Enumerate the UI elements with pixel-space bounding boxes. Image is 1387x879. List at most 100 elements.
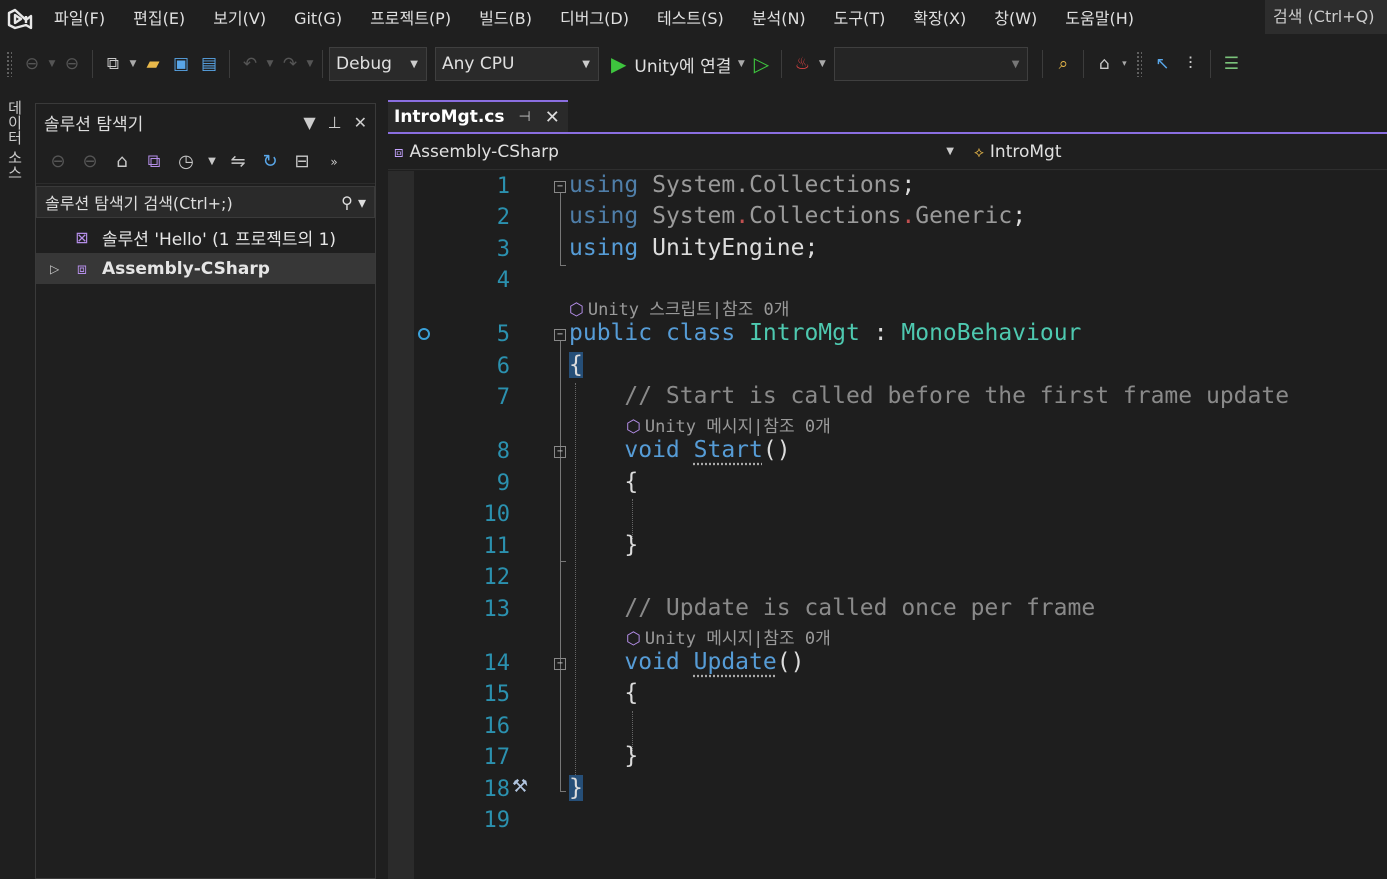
forward-icon[interactable]: ⊖ bbox=[78, 151, 102, 172]
toolbar-grip[interactable] bbox=[1136, 51, 1143, 77]
back-icon[interactable]: ⊖ bbox=[46, 151, 70, 172]
save-all-icon[interactable]: ▤ bbox=[195, 49, 223, 79]
collapse-region-icon[interactable]: − bbox=[554, 181, 566, 193]
toolbar-overflow-icon[interactable]: » bbox=[322, 155, 346, 169]
browser-link-icon[interactable]: ⌂ bbox=[1090, 49, 1118, 79]
sync-with-document-icon[interactable]: ⇋ bbox=[226, 151, 250, 172]
solution-configuration-select[interactable]: Debug ▼ bbox=[329, 47, 427, 81]
new-project-icon[interactable]: ⧉ bbox=[99, 49, 127, 79]
global-search-box[interactable]: 검색 (Ctrl+Q) bbox=[1265, 0, 1387, 34]
codelens-update[interactable]: ⬡ Unity 메시지|참조 0개 bbox=[626, 624, 831, 649]
class-icon: ⟡ bbox=[974, 142, 984, 161]
menu-extensions[interactable]: 확장(X) bbox=[899, 0, 980, 38]
hot-reload-dropdown-icon[interactable]: ▼ bbox=[816, 59, 828, 69]
start-debugging-button[interactable]: ▶ Unity에 연결 bbox=[607, 52, 735, 77]
new-project-dropdown-icon[interactable]: ▼ bbox=[127, 59, 139, 69]
indent-icon[interactable]: ☰ bbox=[1217, 49, 1245, 79]
search-icon[interactable]: ⚲ ▾ bbox=[341, 193, 366, 212]
debug-target-select[interactable]: ▼ bbox=[834, 47, 1029, 81]
tab-intromgt-cs[interactable]: IntroMgt.cs ⊣ ✕ bbox=[388, 100, 568, 132]
align-icon[interactable]: ⫶ bbox=[1176, 49, 1204, 79]
menu-tools[interactable]: 도구(T) bbox=[820, 0, 900, 38]
line-number: 15 bbox=[483, 682, 511, 707]
line-number: 18 bbox=[483, 777, 511, 802]
solution-explorer-search-input[interactable]: 솔루션 탐색기 검색(Ctrl+;) ⚲ ▾ bbox=[36, 186, 375, 218]
redo-icon[interactable]: ↷ bbox=[276, 49, 304, 79]
search-placeholder: 솔루션 탐색기 검색(Ctrl+;) bbox=[45, 194, 233, 213]
type-nav-dropdown[interactable]: ⟡ IntroMgt bbox=[968, 137, 1378, 167]
toolbar-separator bbox=[781, 50, 783, 78]
project-label: Assembly-CSharp bbox=[102, 258, 270, 279]
collapse-all-icon[interactable]: ⊟ bbox=[290, 151, 314, 172]
unity-cube-icon: ⬡ bbox=[626, 417, 641, 437]
code-line-17: } bbox=[569, 743, 639, 769]
toolbar-separator bbox=[1210, 50, 1212, 78]
menu-analyze[interactable]: 분석(N) bbox=[738, 0, 820, 38]
menu-git[interactable]: Git(G) bbox=[280, 0, 356, 38]
close-tab-icon[interactable]: ✕ bbox=[545, 107, 560, 128]
window-position-dropdown-icon[interactable]: ▼ bbox=[303, 113, 315, 132]
collapse-region-icon[interactable]: − bbox=[554, 658, 566, 670]
collapse-region-icon[interactable]: − bbox=[554, 329, 566, 341]
line-number: 13 bbox=[483, 597, 511, 622]
undo-dropdown-icon[interactable]: ▼ bbox=[264, 59, 276, 69]
expand-arrow-icon[interactable]: ▷ bbox=[50, 262, 70, 276]
open-folder-icon[interactable]: ▰ bbox=[139, 49, 167, 79]
tab-label: IntroMgt.cs bbox=[394, 107, 505, 127]
menu-debug[interactable]: 디버그(D) bbox=[546, 0, 643, 38]
nav-project-label: Assembly-CSharp bbox=[409, 141, 559, 162]
solution-explorer-titlebar: 솔루션 탐색기 ▼ ⊥ ✕ bbox=[36, 104, 375, 140]
home-icon[interactable]: ⌂ bbox=[110, 151, 134, 172]
code-line-14: void Update() bbox=[624, 649, 805, 675]
redo-dropdown-icon[interactable]: ▼ bbox=[304, 59, 316, 69]
back-icon[interactable]: ⊖ bbox=[18, 49, 46, 79]
line-number: 10 bbox=[483, 502, 511, 527]
chevron-down-icon: ▼ bbox=[582, 58, 590, 70]
menu-test[interactable]: 테스트(S) bbox=[643, 0, 738, 38]
menu-edit[interactable]: 편집(E) bbox=[119, 0, 199, 38]
menu-window[interactable]: 창(W) bbox=[980, 0, 1051, 38]
refresh-icon[interactable]: ↻ bbox=[258, 151, 282, 172]
line-number: 12 bbox=[483, 565, 511, 590]
line-number: 8 bbox=[496, 439, 510, 464]
visual-studio-logo-icon[interactable] bbox=[0, 0, 40, 38]
unity-script-marker-icon[interactable] bbox=[418, 328, 430, 340]
menu-view[interactable]: 보기(V) bbox=[199, 0, 280, 38]
pending-changes-filter-icon[interactable]: ◷ bbox=[174, 151, 198, 172]
back-dropdown-icon[interactable]: ▼ bbox=[46, 59, 58, 69]
code-line-6: { bbox=[569, 352, 583, 378]
menu-build[interactable]: 빌드(B) bbox=[465, 0, 546, 38]
menu-project[interactable]: 프로젝트(P) bbox=[356, 0, 465, 38]
project-nav-dropdown[interactable]: ⧈ Assembly-CSharp ▼ bbox=[388, 137, 960, 167]
pin-icon[interactable]: ⊥ bbox=[328, 113, 342, 132]
chevron-down-icon: ▼ bbox=[1011, 58, 1020, 70]
collapse-region-icon[interactable]: − bbox=[554, 446, 566, 458]
data-sources-side-tab[interactable]: 데이터 소스 bbox=[0, 100, 30, 220]
start-debugging-dropdown-icon[interactable]: ▼ bbox=[735, 59, 747, 69]
toolbar-overflow-icon[interactable]: ▾ bbox=[1118, 59, 1130, 69]
select-element-icon[interactable]: ↖ bbox=[1148, 49, 1176, 79]
tree-item-solution[interactable]: ⊠ 솔루션 'Hello' (1 프로젝트의 1) bbox=[36, 222, 375, 253]
menu-help[interactable]: 도움말(H) bbox=[1051, 0, 1148, 38]
save-icon[interactable]: ▣ bbox=[167, 49, 195, 79]
quick-actions-icon[interactable]: ⚒ bbox=[512, 776, 528, 797]
codelens-start[interactable]: ⬡ Unity 메시지|참조 0개 bbox=[626, 412, 831, 437]
code-line-5: public class IntroMgt : MonoBehaviour bbox=[569, 320, 1082, 346]
menu-file[interactable]: 파일(F) bbox=[40, 0, 119, 38]
hot-reload-icon[interactable]: ♨ bbox=[788, 49, 816, 79]
tree-item-project[interactable]: ▷ ⧈ Assembly-CSharp bbox=[36, 253, 375, 284]
code-text-area[interactable]: ⚒ 1 2 3 4 5 6 7 8 9 10 11 12 13 14 15 16… bbox=[388, 171, 1387, 879]
find-in-files-icon[interactable]: ⌕ bbox=[1049, 49, 1077, 79]
close-icon[interactable]: ✕ bbox=[354, 113, 367, 132]
undo-icon[interactable]: ↶ bbox=[236, 49, 264, 79]
filter-dropdown-icon[interactable]: ▼ bbox=[206, 156, 218, 167]
solution-platform-select[interactable]: Any CPU ▼ bbox=[435, 47, 599, 81]
indicator-margin[interactable] bbox=[388, 171, 414, 879]
switch-views-icon[interactable]: ⧉ bbox=[142, 151, 166, 172]
pin-icon[interactable]: ⊣ bbox=[518, 109, 530, 125]
forward-icon[interactable]: ⊖ bbox=[58, 49, 86, 79]
start-without-debugging-icon[interactable]: ▷ bbox=[747, 49, 775, 79]
line-number: 19 bbox=[483, 808, 511, 833]
codelens-class[interactable]: ⬡ Unity 스크립트|참조 0개 bbox=[569, 295, 789, 320]
toolbar-grip[interactable] bbox=[6, 51, 12, 77]
